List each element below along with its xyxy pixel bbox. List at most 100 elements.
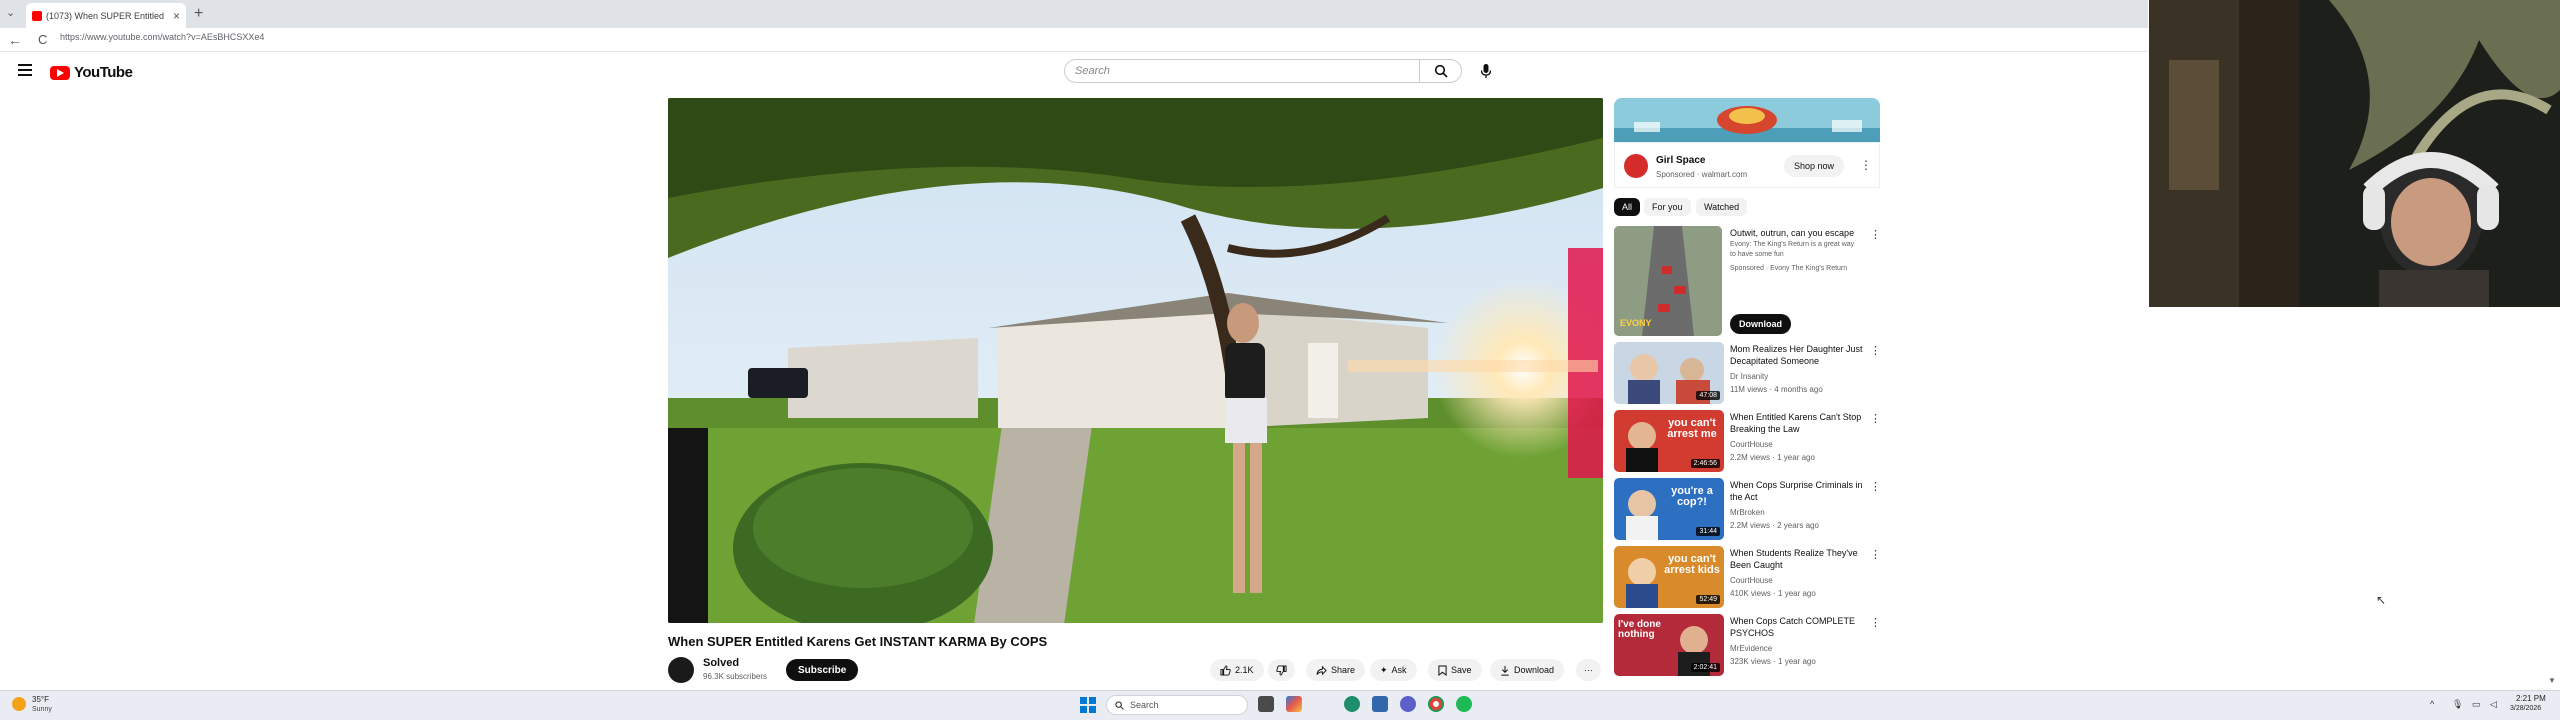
windows-start-icon[interactable] [1080,697,1096,713]
rec-thumbnail[interactable]: you can't arrest kids 52:49 [1614,546,1724,608]
chip-all[interactable]: All [1614,198,1641,216]
rec-title[interactable]: When Students Realize They've Been Caugh… [1730,547,1866,571]
spotify-icon[interactable] [1456,696,1472,712]
tray-network-icon[interactable]: ▭ [2472,699,2481,710]
channel-avatar[interactable] [668,657,694,683]
rec-title[interactable]: Outwit, outrun, can you escape [1730,227,1866,239]
tab-close-icon[interactable]: × [173,9,180,23]
video-player[interactable] [668,98,1603,623]
rec-more-icon[interactable]: ⋮ [1870,228,1881,241]
video-frame [668,98,1603,623]
youtube-logo[interactable]: YouTube [50,64,133,81]
task-view-icon[interactable] [1258,696,1274,712]
bookmark-icon [1438,665,1447,676]
mouse-cursor-icon: ↖ [2376,593,2387,607]
rec-title[interactable]: When Cops Surprise Criminals in the Act [1730,479,1866,503]
ask-button[interactable]: ✦ Ask [1370,659,1417,681]
hamburger-menu-icon[interactable] [18,64,32,79]
search-input[interactable]: Search [1064,59,1420,83]
chrome-icon[interactable] [1428,696,1444,712]
youtube-favicon-icon [32,10,42,21]
rec-channel[interactable]: Dr Insanity [1730,371,1768,382]
like-count: 2.1K [1235,665,1254,675]
channel-name[interactable]: Solved [703,657,739,669]
ad-banner-image[interactable] [1614,98,1880,142]
rec-sponsored-meta: Sponsored · Evony The King's Return [1730,265,1848,272]
rec-more-icon[interactable]: ⋮ [1870,548,1881,561]
tray-mic-icon[interactable]: 🎙 [2452,699,2463,710]
more-actions-button[interactable]: ··· [1576,659,1601,681]
rec-channel[interactable]: MrBroken [1730,507,1765,518]
rec-channel[interactable]: CourtHouse [1730,575,1773,586]
taskbar-search[interactable]: Search [1106,695,1248,715]
rec-thumbnail[interactable]: I've done nothing 2:02:41 [1614,614,1724,676]
chip-for-you[interactable]: For you [1644,198,1691,216]
rec-channel[interactable]: MrEvidence [1730,643,1772,654]
rec-more-icon[interactable]: ⋮ [1870,480,1881,493]
share-button[interactable]: Share [1306,659,1366,681]
ad-more-icon[interactable]: ⋮ [1860,158,1872,172]
rec-meta: 2.2M views · 1 year ago [1730,453,1815,462]
scroll-down-arrow-icon[interactable]: ▼ [2548,676,2556,685]
file-explorer-icon[interactable] [1372,696,1388,712]
rec-thumbnail[interactable]: 47:08 [1614,342,1724,404]
taskbar [0,690,2560,720]
sparkle-icon: ✦ [1380,664,1388,675]
save-button[interactable]: Save [1428,659,1482,681]
download-button[interactable]: Download [1490,659,1565,681]
tray-volume-icon[interactable]: ◁ [2490,699,2497,710]
tab-search-icon[interactable]: ⌄ [6,6,15,19]
shop-now-button[interactable]: Shop now [1784,155,1845,177]
discord-icon[interactable] [1400,696,1416,712]
sponsored-thumbnail[interactable]: EVONY [1614,226,1722,336]
youtube-play-icon [50,65,70,80]
browser-tab[interactable]: (1073) When SUPER Entitled × [26,3,186,28]
copilot-icon[interactable] [1286,696,1302,712]
url-field[interactable]: https://www.youtube.com/watch?v=AEsBHCSX… [60,32,264,42]
share-icon [1316,665,1327,675]
clock-time[interactable]: 2:21 PM [2516,694,2546,703]
voice-search-button[interactable] [1472,59,1500,83]
rec-more-icon[interactable]: ⋮ [1870,344,1881,357]
rec-thumb-text: you can't arrest me [1667,417,1717,440]
tab-title: (1073) When SUPER Entitled [46,10,165,21]
duration-badge: 31:44 [1696,527,1720,536]
weather-temperature[interactable]: 35°F [32,695,49,704]
back-button[interactable]: ← [8,32,22,48]
ask-label: Ask [1391,665,1407,675]
download-icon [1501,665,1509,676]
rec-channel[interactable]: CourtHouse [1730,439,1773,450]
subscribe-button[interactable]: Subscribe [786,659,859,681]
like-button[interactable]: 2.1K [1210,659,1264,681]
weather-sun-icon[interactable] [12,697,26,711]
video-title: When SUPER Entitled Karens Get INSTANT K… [668,634,1048,649]
tray-chevron-icon[interactable]: ^ [2430,699,2434,709]
rec-channel: Evony: The King's Return is a great way … [1730,241,1855,258]
ad-sponsored-label: Sponsored · walmart.com [1656,170,1748,179]
rec-more-icon[interactable]: ⋮ [1870,616,1881,629]
new-tab-button[interactable]: + [194,5,203,23]
webcam-feed-image [2149,0,2560,307]
webcam-overlay [2149,0,2560,307]
rec-thumbnail[interactable]: you can't arrest me 2:46:56 [1614,410,1724,472]
browser-tab-strip [0,0,2148,28]
dislike-button[interactable] [1268,659,1295,681]
rec-meta: 410K views · 1 year ago [1730,589,1816,598]
edge-browser-icon[interactable] [1344,696,1360,712]
search-button[interactable] [1420,59,1462,83]
ad-advertiser-name[interactable]: Girl Space [1656,155,1705,166]
rec-download-button[interactable]: Download [1730,314,1791,334]
rec-meta: 2.2M views · 2 years ago [1730,521,1819,530]
rec-title[interactable]: When Cops Catch COMPLETE PSYCHOS [1730,615,1866,639]
taskbar-search-label: Search [1130,700,1159,710]
rec-title[interactable]: Mom Realizes Her Daughter Just Decapitat… [1730,343,1866,367]
rec-more-icon[interactable]: ⋮ [1870,412,1881,425]
rec-thumbnail[interactable]: you're a cop?! 31:44 [1614,478,1724,540]
clock-date[interactable]: 3/28/2026 [2510,705,2541,712]
reload-button[interactable]: C [38,32,47,47]
chip-watched[interactable]: Watched [1696,198,1748,216]
rec-title[interactable]: When Entitled Karens Can't Stop Breaking… [1730,411,1866,435]
rec-meta: 323K views · 1 year ago [1730,657,1816,666]
thumbs-down-icon [1276,664,1287,676]
weather-condition[interactable]: Sunny [32,706,52,713]
